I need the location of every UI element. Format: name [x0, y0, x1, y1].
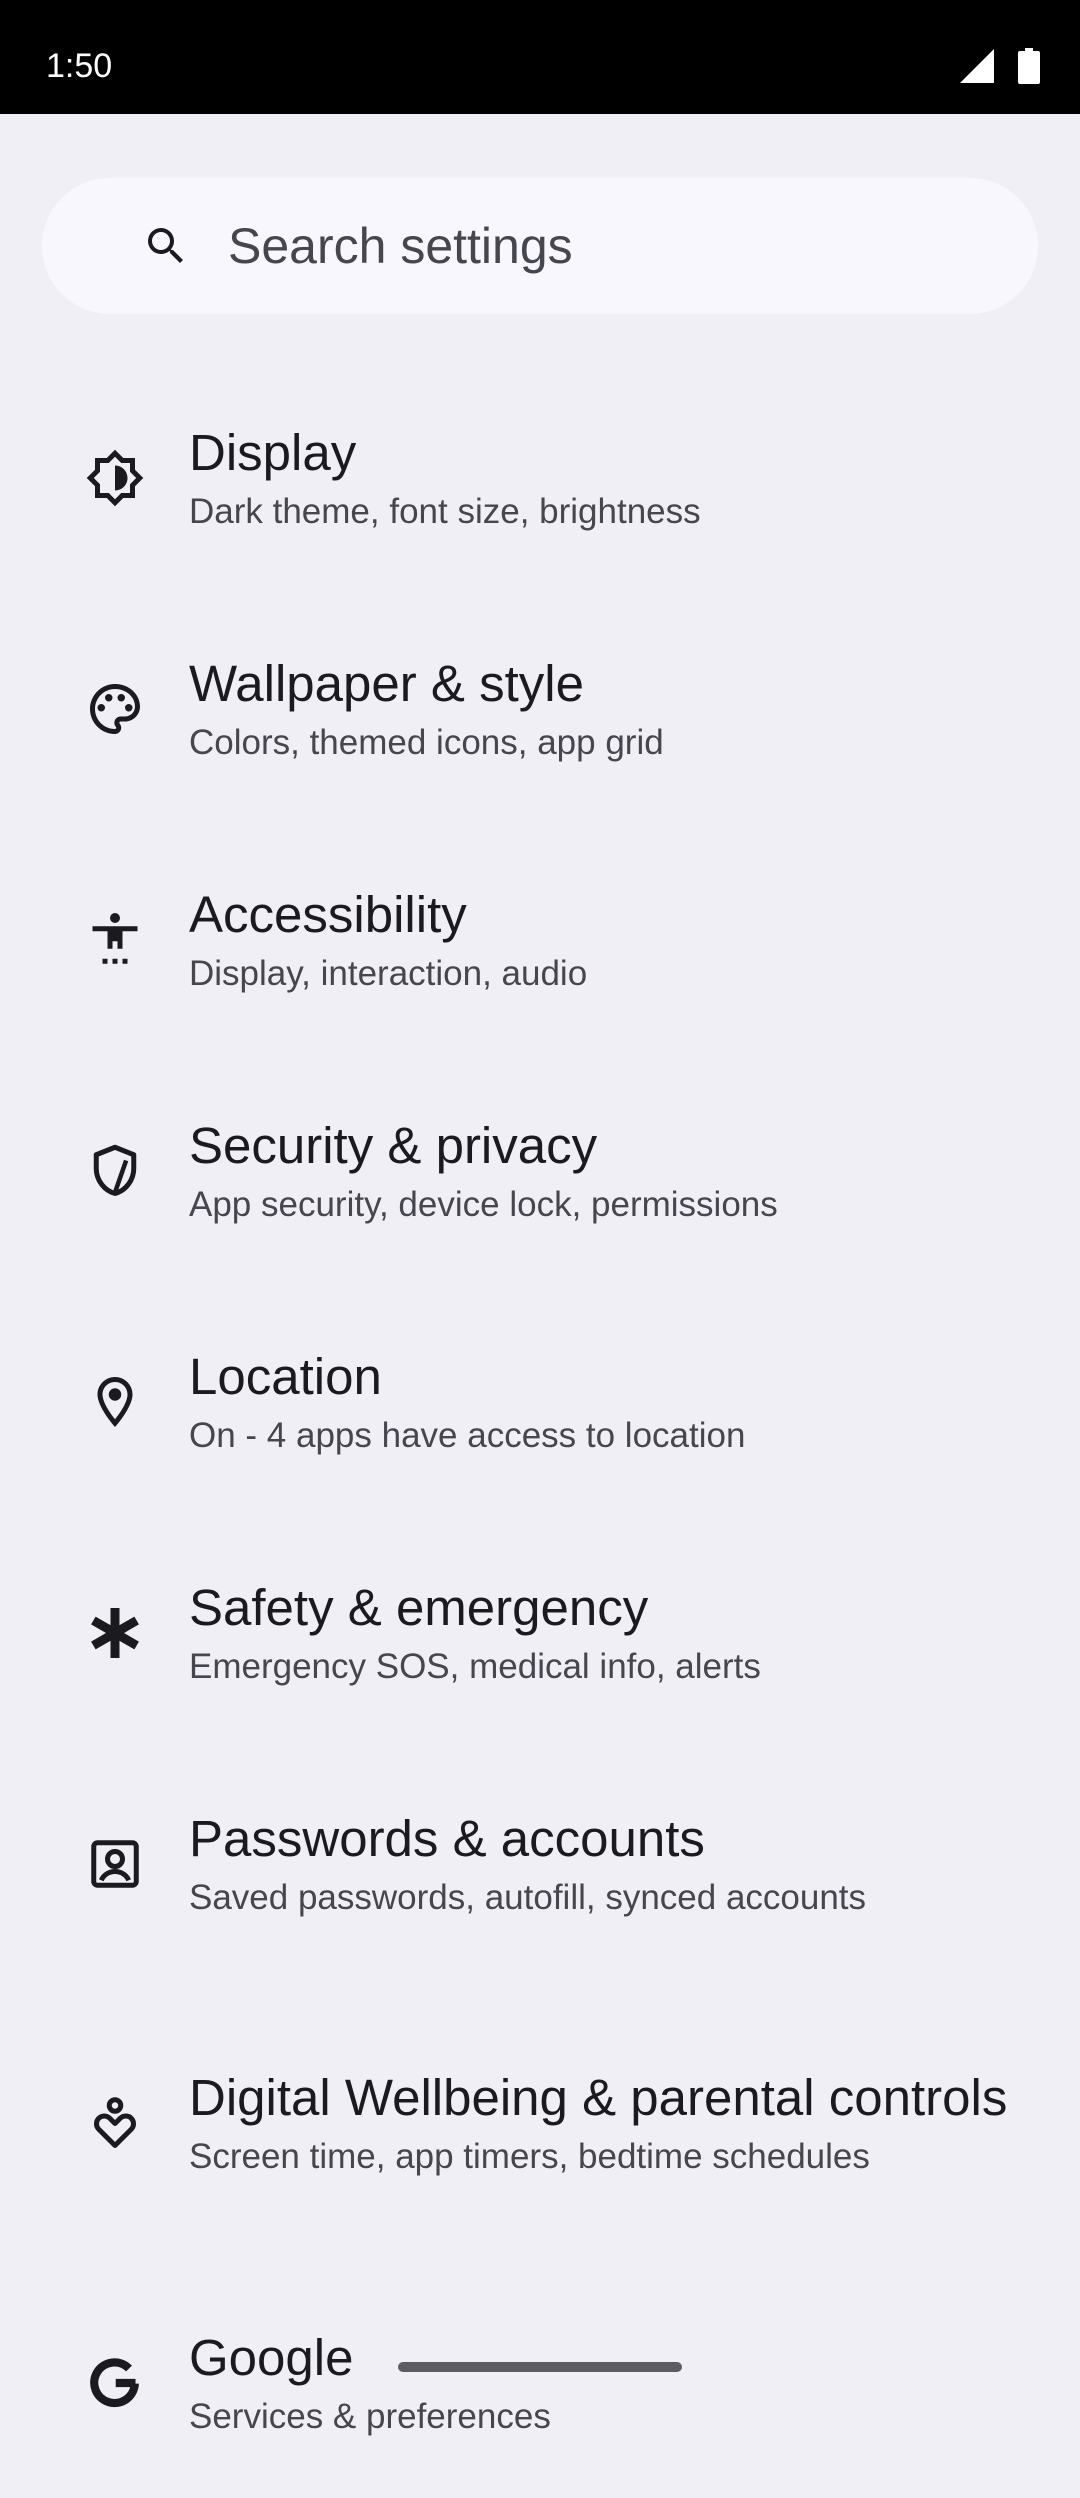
setting-subtitle: Display, interaction, audio	[189, 953, 588, 993]
status-time: 1:50	[46, 47, 113, 85]
setting-item-wallpaper[interactable]: Wallpaper & style Colors, themed icons, …	[0, 593, 1080, 824]
setting-subtitle: App security, device lock, permissions	[189, 1184, 778, 1224]
setting-title: Location	[189, 1347, 382, 1405]
setting-item-display[interactable]: Display Dark theme, font size, brightnes…	[0, 362, 1080, 593]
palette-icon	[84, 678, 146, 740]
account-box-icon	[84, 1833, 146, 1895]
location-pin-icon	[84, 1371, 146, 1433]
setting-item-safety[interactable]: Safety & emergency Emergency SOS, medica…	[0, 1517, 1080, 1748]
setting-subtitle: Emergency SOS, medical info, alerts	[189, 1646, 761, 1686]
setting-subtitle: Saved passwords, autofill, synced accoun…	[189, 1877, 867, 1917]
navigation-handle[interactable]	[398, 2362, 682, 2372]
setting-item-google[interactable]: Google Services & preferences	[0, 2267, 1080, 2498]
setting-subtitle: Colors, themed icons, app grid	[189, 722, 664, 762]
search-icon	[140, 220, 192, 272]
settings-list: Display Dark theme, font size, brightnes…	[0, 362, 1080, 2498]
display-brightness-icon	[84, 447, 146, 509]
setting-subtitle: On - 4 apps have access to location	[189, 1415, 746, 1455]
google-icon	[84, 2352, 146, 2414]
accessibility-icon	[84, 909, 146, 971]
setting-item-digital-wellbeing[interactable]: Digital Wellbeing & parental controls Sc…	[0, 1979, 1080, 2267]
signal-icon	[960, 49, 994, 83]
status-icons	[960, 46, 1040, 86]
setting-item-accessibility[interactable]: Accessibility Display, interaction, audi…	[0, 824, 1080, 1055]
search-input[interactable]: Search settings	[228, 217, 573, 275]
setting-title: Google	[189, 2328, 354, 2386]
setting-title: Safety & emergency	[189, 1578, 649, 1636]
asterisk-icon	[84, 1602, 146, 1664]
setting-subtitle: Dark theme, font size, brightness	[189, 491, 701, 531]
setting-title: Wallpaper & style	[189, 654, 584, 712]
search-bar[interactable]: Search settings	[42, 178, 1038, 314]
setting-subtitle: Screen time, app timers, bedtime schedul…	[189, 2137, 870, 2176]
setting-title: Display	[189, 423, 357, 481]
setting-title: Passwords & accounts	[189, 1809, 705, 1867]
setting-item-security[interactable]: Security & privacy App security, device …	[0, 1055, 1080, 1286]
setting-title: Accessibility	[189, 885, 467, 943]
wellbeing-icon	[84, 2092, 146, 2154]
shield-icon	[84, 1140, 146, 1202]
setting-title: Digital Wellbeing & parental controls	[189, 2069, 1008, 2126]
status-bar: 1:50	[0, 0, 1080, 114]
setting-item-location[interactable]: Location On - 4 apps have access to loca…	[0, 1286, 1080, 1517]
setting-item-passwords[interactable]: Passwords & accounts Saved passwords, au…	[0, 1748, 1080, 1979]
battery-icon	[1018, 48, 1040, 84]
setting-title: Security & privacy	[189, 1116, 598, 1174]
